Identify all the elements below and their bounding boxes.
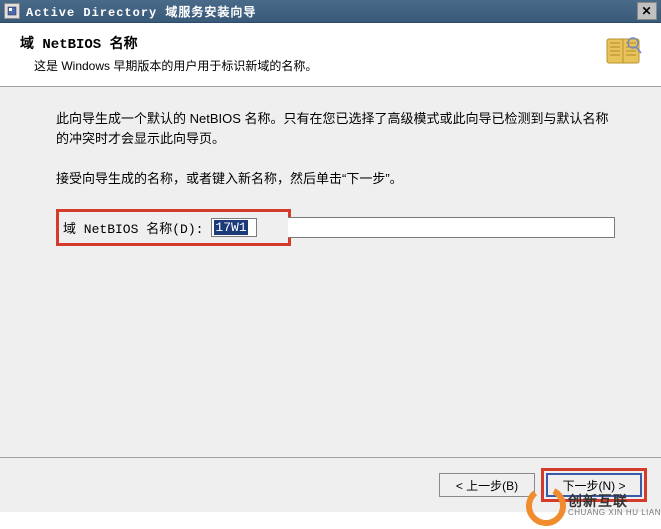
netbios-input-extension[interactable] (288, 217, 615, 238)
wizard-button-bar: < 上一步(B) 下一步(N) > (0, 457, 661, 512)
wizard-header: 域 NetBIOS 名称 这是 Windows 早期版本的用户用于标识新域的名称… (0, 23, 661, 87)
back-button[interactable]: < 上一步(B) (439, 473, 535, 497)
system-menu-icon[interactable] (4, 3, 20, 19)
page-title: 域 NetBIOS 名称 (20, 33, 595, 53)
titlebar: Active Directory 域服务安装向导 ✕ (0, 0, 661, 23)
close-button[interactable]: ✕ (637, 2, 657, 20)
wizard-body: 此向导生成一个默认的 NetBIOS 名称。只有在您已选择了高级模式或此向导已检… (0, 87, 661, 457)
netbios-input[interactable] (211, 218, 257, 237)
body-paragraph-2: 接受向导生成的名称，或者键入新名称，然后单击“下一步”。 (56, 169, 615, 189)
netbios-field-highlight: 域 NetBIOS 名称(D): 17W1 (56, 209, 291, 246)
body-paragraph-1: 此向导生成一个默认的 NetBIOS 名称。只有在您已选择了高级模式或此向导已检… (56, 109, 615, 149)
netbios-label: 域 NetBIOS 名称(D): (63, 218, 203, 237)
page-subtitle: 这是 Windows 早期版本的用户用于标识新域的名称。 (34, 57, 595, 74)
next-button-highlight: 下一步(N) > (541, 468, 647, 502)
netbios-input-wrap: 17W1 (211, 218, 280, 237)
window-title: Active Directory 域服务安装向导 (26, 3, 637, 20)
wizard-book-icon (603, 33, 643, 69)
next-button[interactable]: 下一步(N) > (546, 473, 642, 497)
